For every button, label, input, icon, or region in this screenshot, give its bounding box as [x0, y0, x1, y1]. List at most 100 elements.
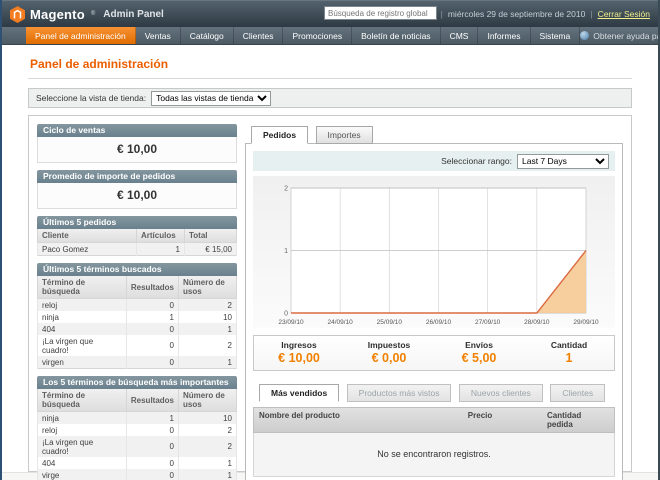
cell-results: 0 [126, 436, 178, 457]
range-select[interactable]: Last 7 Days [517, 154, 609, 169]
column-header: Total [185, 229, 237, 243]
total-label: Envíos [434, 340, 524, 350]
lifetime-sales-value: € 10,00 [37, 137, 237, 163]
cell-uses: 2 [179, 299, 237, 312]
tab-bestsellers[interactable]: Más vendidos [259, 384, 339, 402]
cell-results: 0 [126, 457, 178, 469]
table-row[interactable]: ninja 1 10 [38, 412, 237, 425]
magento-logo-icon [10, 6, 25, 23]
cell-uses: 1 [179, 323, 237, 335]
cell-uses: 2 [179, 436, 237, 457]
total-revenue: Ingresos € 10,00 [254, 340, 344, 365]
tab-customers[interactable]: Clientes [550, 384, 605, 402]
nav-promotions[interactable]: Promociones [283, 27, 352, 44]
total-label: Ingresos [254, 340, 344, 350]
cell-uses: 10 [179, 412, 237, 425]
svg-text:27/09/10: 27/09/10 [475, 319, 501, 326]
dashboard-main: Pedidos Importes Seleccionar rango: Last… [245, 124, 623, 463]
table-row[interactable]: Paco Gomez 1 € 15,00 [38, 243, 237, 256]
table-row[interactable]: 404 0 1 [38, 323, 237, 335]
tab-most-viewed[interactable]: Productos más vistos [347, 384, 452, 402]
store-view-select[interactable]: Todas las vistas de tienda [151, 91, 271, 106]
page-title: Panel de administración [28, 53, 632, 79]
column-header: Número de usos [179, 389, 237, 412]
nav-customers[interactable]: Clientes [234, 27, 284, 44]
help-label: Obtener ayuda para esta página [593, 31, 660, 41]
diagram-tabs: Pedidos Importes [245, 124, 623, 143]
logout-link[interactable]: Cerrar Sesión [598, 9, 650, 19]
table-row[interactable]: ninja 1 10 [38, 311, 237, 323]
column-header: Precio [463, 408, 542, 432]
table-row[interactable]: reloj 0 2 [38, 299, 237, 312]
average-orders-value: € 10,00 [37, 183, 237, 209]
svg-text:23/09/10: 23/09/10 [278, 319, 304, 326]
nav-newsletter[interactable]: Boletín de noticias [352, 27, 440, 44]
total-quantity: Cantidad 1 [524, 340, 614, 365]
store-switcher-bar: Seleccione la vista de tienda: Todas las… [28, 88, 632, 108]
table-row[interactable]: reloj 0 2 [38, 424, 237, 436]
last-orders-title: Últimos 5 pedidos [37, 216, 237, 229]
tab-orders[interactable]: Pedidos [251, 126, 308, 144]
last-search-terms-panel: Últimos 5 términos buscados Término de b… [37, 263, 237, 369]
brand-text: Magento [30, 7, 85, 22]
nav-system[interactable]: Sistema [531, 27, 581, 44]
range-label: Seleccionar rango: [441, 156, 512, 166]
total-value: 1 [524, 351, 614, 365]
lifetime-sales-title: Ciclo de ventas [37, 124, 237, 137]
cell-results: 1 [126, 412, 178, 425]
table-row[interactable]: virgen 0 1 [38, 356, 237, 369]
table-row[interactable]: ¡La virgen que cuadro! 0 2 [38, 335, 237, 356]
cell-term: ninja [38, 311, 127, 323]
last-search-terms-table: Término de búsqueda Resultados Número de… [37, 276, 237, 369]
global-search-input[interactable] [324, 6, 437, 20]
magento-admin-window: Magento® Admin Panel Accedió como apardo… [0, 0, 660, 480]
magento-logo: Magento® Admin Panel [10, 6, 164, 23]
cell-results: 0 [126, 335, 178, 356]
top-search-terms-table: Término de búsqueda Resultados Número de… [37, 389, 237, 480]
total-value: € 0,00 [344, 351, 434, 365]
total-value: € 5,00 [434, 351, 524, 365]
cell-term: 404 [38, 323, 127, 335]
cell-term: ninja [38, 412, 127, 425]
orders-tab-panel: Seleccionar rango: Last 7 Days 0 1 2 23/09/… [245, 143, 623, 480]
current-date: miércoles 29 de septiembre de 2010 [448, 9, 586, 19]
column-header: Término de búsqueda [38, 389, 127, 412]
cell-term: virgen [38, 356, 127, 369]
cell-uses: 1 [179, 469, 237, 480]
cell-term: virge [38, 469, 127, 480]
cell-items: 1 [137, 243, 185, 256]
nav-catalog[interactable]: Catálogo [181, 27, 234, 44]
tab-amounts[interactable]: Importes [316, 126, 373, 144]
brand-subtitle: Admin Panel [103, 9, 164, 20]
column-header: Resultados [126, 389, 178, 412]
svg-text:2: 2 [284, 186, 288, 193]
top-header: Magento® Admin Panel Accedió como apardo… [2, 0, 658, 27]
nav-dashboard[interactable]: Panel de administración [26, 27, 136, 44]
grid-header: Nombre del producto Precio Cantidad pedi… [253, 407, 615, 433]
average-orders-panel: Promedio de importe de pedidos € 10,00 [37, 170, 237, 209]
page-help-link[interactable]: Obtener ayuda para esta página [580, 27, 660, 44]
cell-term: reloj [38, 424, 127, 436]
svg-text:0: 0 [284, 311, 288, 318]
column-header: Término de búsqueda [38, 276, 127, 299]
nav-cms[interactable]: CMS [441, 27, 479, 44]
cell-results: 0 [126, 356, 178, 369]
cell-uses: 2 [179, 335, 237, 356]
table-row[interactable]: 404 0 1 [38, 457, 237, 469]
nav-reports[interactable]: Informes [478, 27, 530, 44]
svg-text:24/09/10: 24/09/10 [328, 319, 354, 326]
top-search-terms-panel: Los 5 términos de búsqueda más important… [37, 376, 237, 480]
cell-results: 0 [126, 323, 178, 335]
lifetime-sales-panel: Ciclo de ventas € 10,00 [37, 124, 237, 163]
cell-uses: 2 [179, 424, 237, 436]
column-header: Resultados [126, 276, 178, 299]
cell-term: reloj [38, 299, 127, 312]
nav-sales[interactable]: Ventas [136, 27, 181, 44]
separator: | [590, 9, 592, 19]
total-label: Cantidad [524, 340, 614, 350]
cell-uses: 1 [179, 457, 237, 469]
tab-new-customers[interactable]: Nuevos clientes [459, 384, 543, 402]
table-row[interactable]: ¡La virgen que cuadro! 0 2 [38, 436, 237, 457]
table-row[interactable]: virge 0 1 [38, 469, 237, 480]
cell-uses: 1 [179, 356, 237, 369]
